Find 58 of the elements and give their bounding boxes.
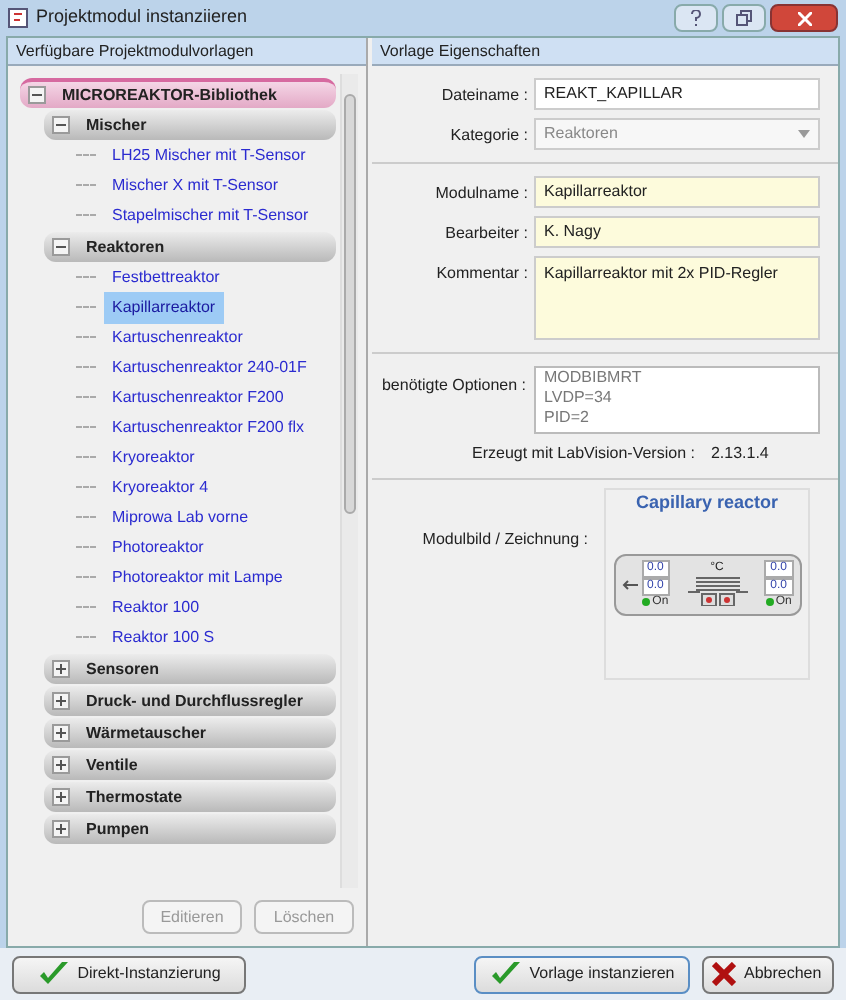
node-label: Reaktoren: [86, 235, 165, 259]
module-title: Capillary reactor: [635, 490, 779, 516]
comment-field[interactable]: Kapillarreaktor mit 2x PID-Regler: [534, 256, 820, 340]
template-item[interactable]: Miprowa Lab vorne: [104, 505, 257, 529]
node-label: Druck- und Durchflussregler: [86, 689, 303, 713]
option-line: PID=2: [544, 408, 591, 428]
node-label: Mischer: [86, 113, 147, 137]
input-field[interactable]: REAKT_KAPILLAR: [534, 78, 820, 110]
node-label: Ventile: [86, 753, 138, 777]
template-item[interactable]: Mischer X mit T-Sensor: [104, 173, 286, 197]
field-label: Modulbild / Zeichnung :: [420, 528, 588, 552]
category-node[interactable]: Reaktoren: [44, 232, 336, 262]
node-label: Wärmetauscher: [86, 721, 207, 745]
confirm-button[interactable]: Direkt-Instanzierung: [12, 955, 246, 993]
cancel-button[interactable]: Abbrechen: [702, 955, 834, 993]
panel-header: Verfügbare Projektmodulvorlagen: [8, 38, 366, 66]
version-value: 2.13.1.4: [710, 442, 769, 466]
node-label: Thermostate: [86, 785, 183, 809]
template-item[interactable]: Kartuschenreaktor 240-01F: [104, 355, 315, 379]
template-item[interactable]: Kapillarreaktor: [104, 291, 224, 323]
node-label: Pumpen: [86, 817, 150, 841]
template-item[interactable]: Kartuschenreaktor F200: [104, 385, 292, 409]
template-item[interactable]: Photoreaktor: [104, 535, 212, 559]
template-item[interactable]: Reaktor 100 S: [104, 625, 223, 649]
options-field[interactable]: MODBIBMRT LVDP=34 PID=2: [534, 366, 820, 434]
category-node[interactable]: Wärmetauscher: [44, 718, 336, 748]
input-field[interactable]: Kapillarreaktor: [534, 176, 820, 208]
template-item[interactable]: Kartuschenreaktor F200 flx: [104, 415, 313, 439]
template-item[interactable]: Reaktor 100: [104, 595, 208, 619]
template-item[interactable]: Kartuschenreaktor: [104, 325, 251, 349]
template-item[interactable]: Kryoreaktor: [104, 445, 203, 469]
category-node[interactable]: Sensoren: [44, 654, 336, 684]
category-node[interactable]: Thermostate: [44, 782, 336, 812]
window-title: Projektmodul instanziieren: [36, 4, 248, 31]
option-line: MODBIBMRT: [544, 368, 644, 388]
template-item[interactable]: Festbettreaktor: [104, 265, 228, 289]
version-label: Erzeugt mit LabVision-Version :: [472, 442, 695, 466]
field-label: Kommentar :: [434, 262, 528, 286]
category-node[interactable]: Pumpen: [44, 814, 336, 844]
input-field[interactable]: K. Nagy: [534, 216, 820, 248]
field-label: benötigte Optionen :: [380, 374, 528, 398]
category-node[interactable]: Ventile: [44, 750, 336, 780]
node-label: Sensoren: [86, 657, 159, 681]
library-node[interactable]: MICROREAKTOR-Bibliothek: [20, 78, 336, 108]
field-label: Modulname :: [433, 182, 528, 206]
category-node[interactable]: Druck- und Durchflussregler: [44, 686, 336, 716]
field-label: Dateiname :: [439, 84, 528, 108]
confirm-button[interactable]: Vorlage instanzieren: [474, 955, 690, 993]
template-item[interactable]: Stapelmischer mit T-Sensor: [104, 203, 317, 227]
field-label: Bearbeiter :: [443, 222, 528, 246]
template-item[interactable]: Photoreaktor mit Lampe: [104, 565, 291, 589]
template-item[interactable]: LH25 Mischer mit T-Sensor: [104, 143, 314, 167]
option-line: LVDP=34: [544, 388, 614, 408]
template-item[interactable]: Kryoreaktor 4: [104, 475, 217, 499]
field-label: Kategorie :: [448, 124, 528, 148]
node-label: MICROREAKTOR-Bibliothek: [62, 83, 277, 107]
panel-header: Vorlage Eigenschaften: [372, 38, 838, 66]
category-node[interactable]: Mischer: [44, 110, 336, 140]
